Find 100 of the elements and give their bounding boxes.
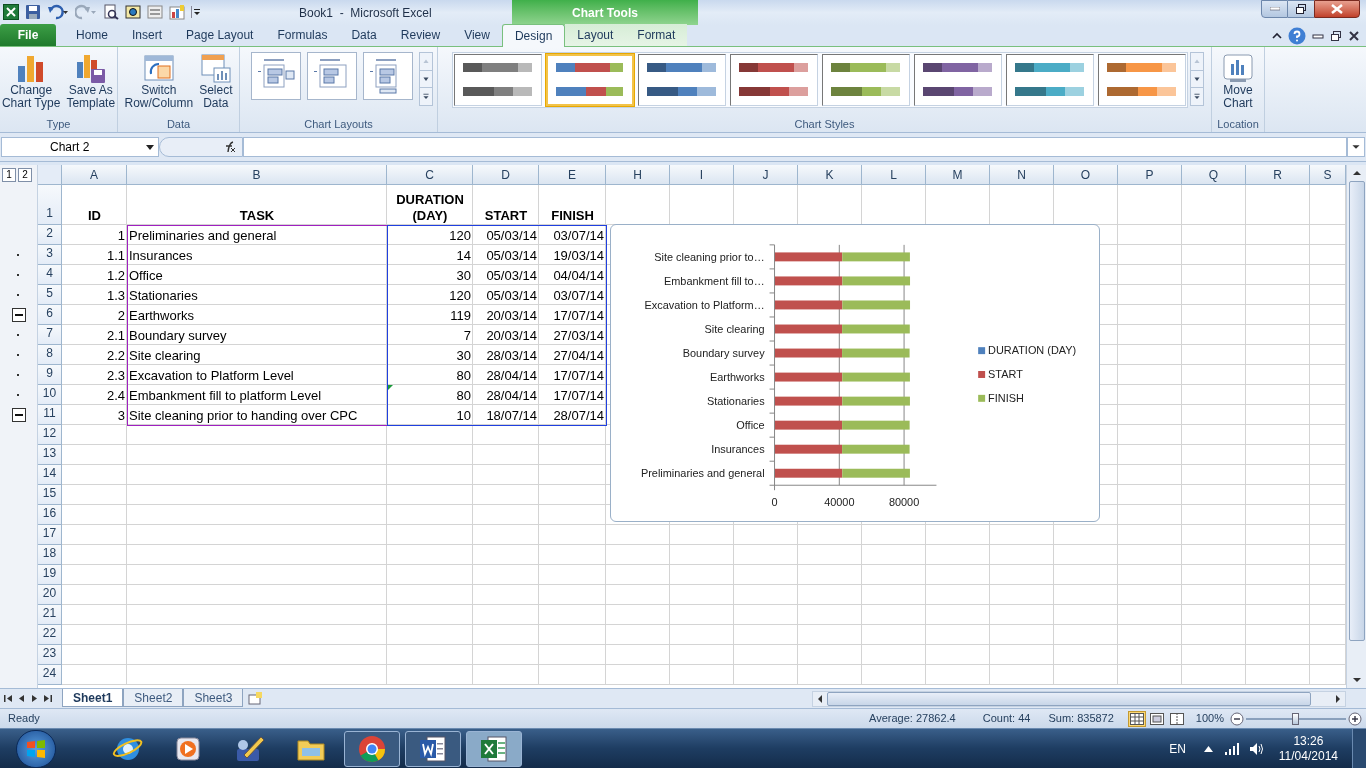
ribbon-button[interactable]: Save As Template [64,51,118,110]
zoom-slider-thumb[interactable] [1292,712,1299,725]
show-desktop-button[interactable] [1352,728,1366,768]
column-header[interactable]: S [1310,165,1346,186]
ribbon-button[interactable]: Move Chart [1220,51,1256,110]
row-header[interactable]: 3 [38,245,62,266]
row-header[interactable]: 23 [38,645,62,666]
ribbon-tab[interactable]: Data [339,23,389,46]
ribbon-tab[interactable]: Insert [120,23,175,46]
column-header[interactable]: O [1054,165,1118,186]
column-header[interactable]: D [473,165,539,186]
column-header[interactable]: R [1246,165,1310,186]
row-header[interactable]: 20 [38,585,62,606]
row-header[interactable]: 13 [38,445,62,466]
sheet-tab[interactable]: Sheet1 [62,688,124,707]
row-header[interactable]: 21 [38,605,62,626]
row-header[interactable]: 5 [38,285,62,306]
row-header[interactable]: 4 [38,265,62,286]
sheet-tab[interactable]: Sheet3 [183,688,244,707]
help-icon[interactable] [1288,26,1306,45]
volume-icon[interactable] [1248,741,1265,756]
chart-style-option[interactable] [545,53,634,106]
zoom-out-icon[interactable] [1230,711,1244,726]
ribbon-tab[interactable]: Review [388,23,453,46]
row-header[interactable]: 11 [38,405,62,426]
outline-level-button[interactable]: 2 [18,168,32,183]
formula-input[interactable] [243,136,1347,157]
chart-layout-option[interactable] [362,51,413,100]
signal-icon[interactable] [1224,742,1239,755]
zoom-in-icon[interactable] [1348,711,1362,726]
scrollbar-thumb[interactable] [827,691,1311,706]
close-button[interactable] [1314,0,1360,18]
save-icon[interactable] [25,4,41,21]
tray-arrow-icon[interactable] [1203,745,1213,752]
chart-area[interactable] [610,224,1100,523]
ribbon-tab[interactable]: View [452,23,502,46]
column-header[interactable]: P [1118,165,1182,186]
error-indicator-icon[interactable] [387,385,393,392]
chart-style-option[interactable] [821,53,910,106]
column-header[interactable]: B [127,165,387,186]
chart-style-option[interactable] [1097,53,1186,106]
view-button[interactable] [1127,710,1146,727]
ribbon-button[interactable]: Switch Row/Column [122,51,196,110]
scrollbar-thumb[interactable] [1348,181,1365,642]
row-header[interactable]: 8 [38,345,62,366]
outline-level-button[interactable]: 1 [2,168,16,183]
row-header[interactable]: 17 [38,525,62,546]
row-header[interactable]: 22 [38,625,62,646]
restore-button[interactable] [1288,0,1314,18]
expand-icon[interactable] [1347,136,1365,157]
row-header[interactable]: 15 [38,485,62,506]
column-header[interactable]: J [734,165,798,186]
ribbon-tab[interactable]: Design [501,23,566,47]
chart-layout-option[interactable] [250,51,301,100]
row-header[interactable]: 18 [38,545,62,566]
ribbon-button[interactable]: Change Chart Type [0,51,63,110]
spreadsheet-logo-icon[interactable] [3,4,19,21]
collapse-icon[interactable] [11,408,26,423]
chart-style-option[interactable] [637,53,726,106]
chart-layout-option[interactable] [306,51,357,100]
collapse-ribbon-icon[interactable] [1272,30,1282,41]
sheet-nav-icon[interactable] [4,694,13,704]
row-header[interactable]: 24 [38,665,62,686]
row-header[interactable]: 14 [38,465,62,486]
column-header[interactable]: N [990,165,1054,186]
column-header[interactable]: I [670,165,734,186]
chart-style-option[interactable] [729,53,818,106]
row-header[interactable]: 12 [38,425,62,446]
camera-icon[interactable] [125,4,141,21]
start-button[interactable] [16,729,56,768]
ribbon-tab[interactable]: File [0,23,56,46]
print-preview-icon[interactable] [103,4,119,21]
column-header[interactable]: C [387,165,473,186]
chart-style-option[interactable] [913,53,1002,106]
view-button[interactable] [1167,710,1186,727]
row-header[interactable]: 7 [38,325,62,346]
row-header[interactable]: 6 [38,305,62,326]
column-header[interactable]: M [926,165,990,186]
column-header[interactable]: A [62,165,127,186]
row-header[interactable]: 9 [38,365,62,386]
close-icon[interactable] [1348,29,1360,42]
view-button[interactable] [1147,710,1166,727]
row-header[interactable]: 19 [38,565,62,586]
undo-icon[interactable] [47,4,69,21]
name-box[interactable]: Chart 2 [1,136,159,157]
restore-icon[interactable] [1330,29,1342,42]
ribbon-tab[interactable]: Page Layout [174,23,266,46]
ribbon-tab[interactable]: Format [625,23,688,46]
language-indicator[interactable]: EN [1169,739,1186,758]
clock[interactable]: 13:26 11/04/2014 [1278,733,1338,764]
row-header[interactable]: 2 [38,225,62,246]
chart-style-option[interactable] [1005,53,1094,106]
row-header[interactable]: 1 [38,185,62,226]
taskbar-button[interactable] [405,730,461,767]
column-header[interactable]: K [798,165,862,186]
zoom-level[interactable]: 100% [1195,710,1224,727]
column-header[interactable]: E [539,165,606,186]
ribbon-tab[interactable]: Layout [565,23,626,46]
chart-style-option[interactable] [453,53,542,106]
ribbon-tab[interactable]: Home [64,23,120,46]
